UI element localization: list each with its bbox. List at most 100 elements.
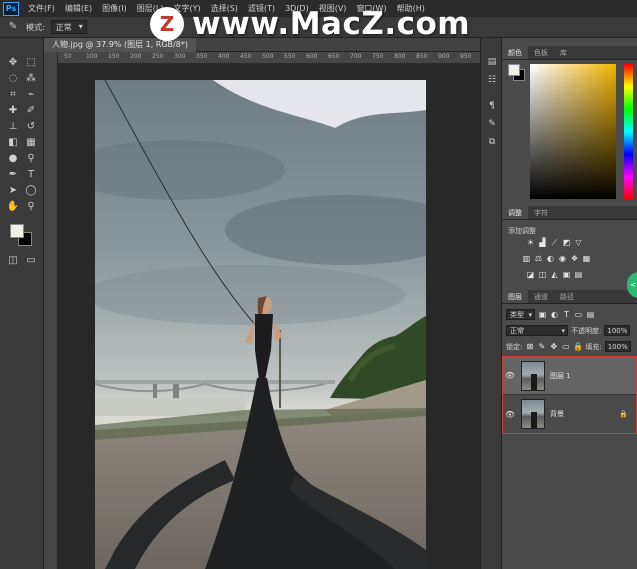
color-lookup-icon[interactable]: ▦ [582,254,591,263]
lock-icon: 🔒 [619,410,628,418]
tab-paths[interactable]: 路径 [554,290,580,303]
brush-panel-icon[interactable]: ✎ [486,118,498,130]
levels-icon[interactable]: ▟ [538,238,547,247]
tab-adjustments[interactable]: 调整 [502,206,528,219]
lock-artboard-icon[interactable]: ▭ [561,342,570,351]
hue-saturation-icon[interactable]: ▥ [522,254,531,263]
menu-file[interactable]: 文件(F) [23,3,60,14]
ruler-tick-label: 500 [262,53,274,60]
brightness-icon[interactable]: ☀ [526,238,535,247]
curves-icon[interactable]: ⟋ [550,238,559,247]
channel-mixer-icon[interactable]: ❖ [570,254,579,263]
blur-icon[interactable]: ● [6,152,20,166]
layer-name[interactable]: 图层 1 [550,371,636,381]
menu-edit[interactable]: 编辑(E) [60,3,97,14]
tab-libraries[interactable]: 库 [554,46,573,59]
color-balance-icon[interactable]: ⚖ [534,254,543,263]
lock-paint-icon[interactable]: ✎ [537,342,546,351]
lock-all-icon[interactable]: 🔒 [573,342,583,351]
vibrance-icon[interactable]: ▽ [574,238,583,247]
move-icon[interactable]: ✥ [6,56,20,70]
layer-row[interactable]: 👁 图层 1 [503,357,636,395]
tab-layers[interactable]: 图层 [502,290,528,303]
path-select-icon[interactable]: ➤ [6,184,20,198]
clone-source-panel-icon[interactable]: ⧉ [486,136,498,148]
adjustments-panel-tabs: 调整 字符 [502,206,637,220]
color-picker-marker[interactable] [532,66,538,72]
dodge-icon[interactable]: ⚲ [24,152,38,166]
exposure-icon[interactable]: ◩ [562,238,571,247]
magic-wand-icon[interactable]: ⁂ [24,72,38,86]
opacity-field[interactable]: 100% [604,325,631,336]
selective-color-icon[interactable]: ▣ [562,270,571,279]
layers-panel-tabs: 图层 通道 路径 [502,290,637,304]
marquee-icon[interactable]: ⬚ [24,56,38,70]
lasso-icon[interactable]: ◌ [6,72,20,86]
gradient-icon[interactable]: ▦ [24,136,38,150]
paragraph-panel-icon[interactable]: ¶ [486,100,498,112]
history-panel-icon[interactable]: ▤ [486,56,498,68]
posterize-icon[interactable]: ◫ [538,270,547,279]
black-white-icon[interactable]: ◐ [546,254,555,263]
eraser-preset-icon[interactable]: ✎ [6,20,20,34]
hand-icon[interactable]: ✋ [6,200,20,214]
shape-icon[interactable]: ◯ [24,184,38,198]
filter-adjust-icon[interactable]: ◐ [550,310,559,319]
horizontal-ruler: 50 100 150 200 250 300 350 400 450 500 550 600 650 70… [58,52,480,64]
hue-slider[interactable] [624,64,633,199]
canvas-area[interactable] [58,64,480,569]
filter-pixel-icon[interactable]: ▣ [538,310,547,319]
photo-filter-icon[interactable]: ◉ [558,254,567,263]
filter-shape-icon[interactable]: ▭ [574,310,583,319]
eyedropper-icon[interactable]: ⌁ [24,88,38,102]
gradient-map-icon[interactable]: ▤ [574,270,583,279]
screen-mode-icon[interactable]: ▭ [24,254,38,268]
color-picker-field[interactable] [530,64,616,199]
filter-type-icon[interactable]: T [562,310,571,319]
healing-icon[interactable]: ✚ [6,104,20,118]
visibility-eye-icon[interactable]: 👁 [503,410,517,419]
ruler-tick-label: 300 [174,53,186,60]
brush-icon[interactable]: ✐ [24,104,38,118]
tab-color[interactable]: 颜色 [502,46,528,59]
threshold-icon[interactable]: ◭ [550,270,559,279]
type-icon[interactable]: T [24,168,38,182]
history-brush-icon[interactable]: ↺ [24,120,38,134]
lock-pixels-icon[interactable]: ⊠ [525,342,534,351]
mode-select[interactable]: 正常 [50,20,87,34]
layer-row[interactable]: 👁 背景 🔒 [503,395,636,433]
menu-image[interactable]: 图像(I) [97,3,132,14]
invert-icon[interactable]: ◪ [526,270,535,279]
lock-position-icon[interactable]: ✥ [549,342,558,351]
crop-icon[interactable]: ⌗ [6,88,20,102]
fill-field[interactable]: 100% [604,341,631,352]
tab-channels[interactable]: 通道 [528,290,554,303]
fill-label: 填充: [585,342,602,351]
foreground-color-swatch[interactable] [10,224,24,238]
layers-list: 👁 图层 1 👁 背景 🔒 [502,356,637,434]
quick-mask-icon[interactable]: ◫ [6,254,20,268]
ruler-tick-label: 800 [394,53,406,60]
visibility-eye-icon[interactable]: 👁 [503,371,517,380]
blend-mode-select[interactable]: 正常 [506,325,568,336]
ruler-tick-label: 450 [240,53,252,60]
layer-name[interactable]: 背景 [550,409,619,419]
adjustment-row-3: ◪ ◫ ◭ ▣ ▤ [526,270,583,279]
ruler-tick-label: 200 [130,53,142,60]
tab-character[interactable]: 字符 [528,206,554,219]
eraser-icon[interactable]: ◧ [6,136,20,150]
document-image[interactable] [95,80,426,569]
zoom-icon[interactable]: ⚲ [24,200,38,214]
stamp-icon[interactable]: ⊥ [6,120,20,134]
right-panels: 颜色 色板 库 调整 字符 添加调整 ☀ ▟ ⟋ ◩ ▽ ▥ ⚖ ◐ ◉ ❖ ▦… [502,38,637,569]
add-adjustment-label: 添加调整 [508,227,536,235]
properties-panel-icon[interactable]: ☷ [486,74,498,86]
ruler-tick-label: 950 [460,53,472,60]
layer-filter-select[interactable]: 类型 [506,309,535,320]
filter-smart-icon[interactable]: ▤ [586,310,595,319]
ruler-tick-label: 700 [350,53,362,60]
ruler-tick-label: 350 [196,53,208,60]
pen-icon[interactable]: ✒ [6,168,20,182]
tab-swatches[interactable]: 色板 [528,46,554,59]
panel-foreground-swatch[interactable] [508,64,520,76]
